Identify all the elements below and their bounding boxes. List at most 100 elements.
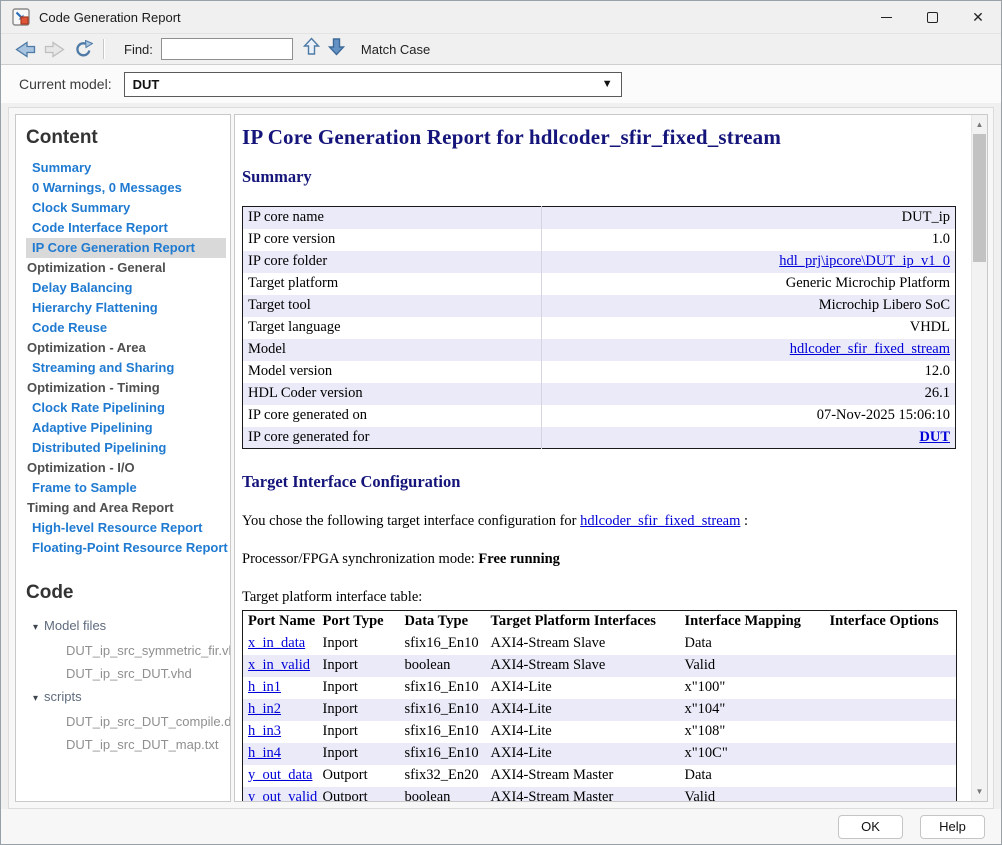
scroll-up-button[interactable]: ▲	[972, 117, 987, 132]
interface-table-caption: Target platform interface table:	[242, 589, 971, 606]
summary-row: HDL Coder version26.1	[243, 383, 956, 405]
summary-value: DUT_ip	[542, 207, 956, 229]
sidebar-item[interactable]: Summary	[26, 158, 226, 178]
report-pane: IP Core Generation Report for hdlcoder_s…	[234, 114, 988, 802]
port-name-link[interactable]: h_in2	[248, 701, 281, 717]
forward-button[interactable]	[44, 41, 65, 58]
summary-value: Generic Microchip Platform	[542, 273, 956, 295]
find-input[interactable]	[161, 38, 293, 60]
sidebar-item[interactable]: Clock Summary	[26, 198, 226, 218]
sidebar-item[interactable]: Delay Balancing	[26, 278, 226, 298]
interface-row: y_out_dataOutportsfix32_En20AXI4-Stream …	[243, 765, 957, 787]
content-nav: Summary0 Warnings, 0 MessagesClock Summa…	[26, 158, 226, 558]
code-generation-report-window: Code Generation Report ✕ Find:	[0, 0, 1002, 845]
vertical-scrollbar[interactable]: ▲ ▼	[971, 115, 987, 801]
summary-label: IP core generated on	[243, 405, 542, 427]
find-label: Find:	[124, 42, 153, 57]
back-button[interactable]	[15, 41, 36, 58]
sidebar-item[interactable]: Hierarchy Flattening	[26, 298, 226, 318]
interface-cell: Inport	[318, 743, 400, 765]
summary-value: 26.1	[542, 383, 956, 405]
current-model-label: Current model:	[19, 76, 112, 92]
interface-cell: Valid	[680, 787, 825, 802]
summary-value: Microchip Libero SoC	[542, 295, 956, 317]
find-next-button[interactable]	[328, 37, 345, 61]
summary-table: IP core nameDUT_ipIP core version1.0 IP c…	[242, 206, 956, 449]
summary-value-link[interactable]: DUT	[919, 429, 950, 445]
summary-value: VHDL	[542, 317, 956, 339]
code-tree-group[interactable]: ▾Model files	[26, 614, 226, 639]
summary-row: IP core version1.0	[243, 229, 956, 251]
interface-cell: x_in_valid	[243, 655, 318, 677]
port-name-link[interactable]: x_in_data	[248, 635, 305, 651]
interface-column-header: Interface Mapping	[680, 611, 825, 633]
interface-cell: sfix32_En20	[400, 765, 486, 787]
port-name-link[interactable]: h_in4	[248, 745, 281, 761]
sidebar-section-header: Optimization - Area	[26, 338, 226, 358]
help-button[interactable]: Help	[920, 815, 985, 839]
sidebar-item[interactable]: Code Reuse	[26, 318, 226, 338]
summary-label: IP core generated for	[243, 427, 542, 449]
interface-cell: y_out_valid	[243, 787, 318, 802]
interface-cell: AXI4-Lite	[486, 721, 680, 743]
summary-label: IP core name	[243, 207, 542, 229]
scroll-down-button[interactable]: ▼	[972, 784, 987, 799]
sidebar-item[interactable]: Floating-Point Resource Report	[26, 538, 226, 558]
window-title: Code Generation Report	[39, 10, 181, 25]
interface-column-header: Port Type	[318, 611, 400, 633]
minimize-button[interactable]	[863, 1, 909, 33]
port-name-link[interactable]: y_out_valid	[248, 789, 317, 801]
sidebar-item[interactable]: Clock Rate Pipelining	[26, 398, 226, 418]
summary-table-body: IP core nameDUT_ipIP core version1.0 IP c…	[243, 207, 956, 449]
summary-value-link[interactable]: hdlcoder_sfir_fixed_stream	[790, 341, 950, 357]
model-link[interactable]: hdlcoder_sfir_fixed_stream	[580, 513, 740, 529]
current-model-dropdown[interactable]: DUT ▼	[124, 72, 622, 97]
interface-row: x_in_dataInportsfix16_En10AXI4-Stream Sl…	[243, 633, 957, 655]
interface-table-body: x_in_dataInportsfix16_En10AXI4-Stream Sl…	[243, 633, 957, 802]
sidebar-item[interactable]: Streaming and Sharing	[26, 358, 226, 378]
dropdown-arrow-icon: ▼	[602, 78, 613, 90]
scrollbar-thumb[interactable]	[973, 134, 986, 262]
sidebar-item[interactable]: IP Core Generation Report	[26, 238, 226, 258]
code-tree-file[interactable]: DUT_ip_src_DUT.vhd	[26, 662, 226, 685]
sidebar-item[interactable]: Distributed Pipelining	[26, 438, 226, 458]
sidebar-section-header: Optimization - General	[26, 258, 226, 278]
port-name-link[interactable]: y_out_data	[248, 767, 312, 783]
interface-cell: x"104"	[680, 699, 825, 721]
interface-cell: Inport	[318, 655, 400, 677]
code-heading: Code	[26, 582, 226, 604]
match-case-toggle[interactable]: Match Case	[361, 42, 430, 57]
summary-value: 12.0	[542, 361, 956, 383]
interface-row: h_in3Inportsfix16_En10AXI4-Litex"108"	[243, 721, 957, 743]
sidebar-item[interactable]: Adaptive Pipelining	[26, 418, 226, 438]
code-tree-group[interactable]: ▾scripts	[26, 685, 226, 710]
interface-row: h_in2Inportsfix16_En10AXI4-Litex"104"	[243, 699, 957, 721]
summary-value-link[interactable]: hdl_prj\ipcore\DUT_ip_v1_0	[779, 253, 950, 269]
code-tree-file[interactable]: DUT_ip_src_symmetric_fir.vhd	[26, 639, 226, 662]
sidebar-item[interactable]: Code Interface Report	[26, 218, 226, 238]
ok-button[interactable]: OK	[838, 815, 903, 839]
report-app-icon	[12, 8, 30, 26]
find-previous-button[interactable]	[303, 37, 320, 61]
code-tree-file[interactable]: DUT_ip_src_DUT_map.txt	[26, 733, 226, 756]
report-content: IP Core Generation Report for hdlcoder_s…	[235, 115, 971, 801]
sidebar-item[interactable]: Frame to Sample	[26, 478, 226, 498]
interface-cell: Outport	[318, 787, 400, 802]
refresh-button[interactable]	[73, 40, 93, 58]
code-tree-file[interactable]: DUT_ip_src_DUT_compile.do	[26, 710, 226, 733]
interface-cell: AXI4-Lite	[486, 677, 680, 699]
sidebar-item[interactable]: 0 Warnings, 0 Messages	[26, 178, 226, 198]
summary-label: HDL Coder version	[243, 383, 542, 405]
port-name-link[interactable]: x_in_valid	[248, 657, 310, 673]
port-name-link[interactable]: h_in3	[248, 723, 281, 739]
summary-label: Model version	[243, 361, 542, 383]
summary-row: Target languageVHDL	[243, 317, 956, 339]
collapse-arrow-icon: ▾	[33, 622, 38, 633]
port-name-link[interactable]: h_in1	[248, 679, 281, 695]
close-button[interactable]: ✕	[955, 1, 1001, 33]
summary-value: 07-Nov-2025 15:06:10	[542, 405, 956, 427]
sidebar: Content Summary0 Warnings, 0 MessagesClo…	[15, 114, 231, 802]
maximize-button[interactable]	[909, 1, 955, 33]
sidebar-item[interactable]: High-level Resource Report	[26, 518, 226, 538]
summary-value: DUT	[542, 427, 956, 449]
